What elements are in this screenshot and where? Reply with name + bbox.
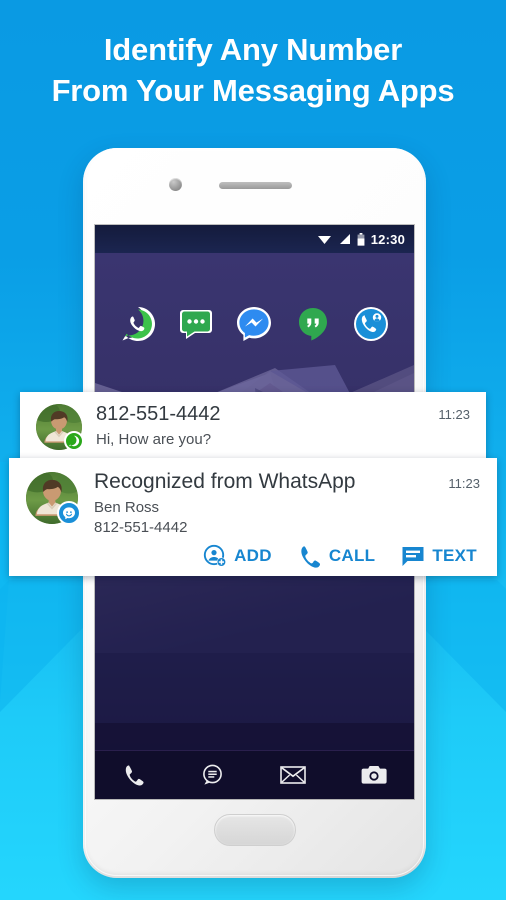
message-dock-icon[interactable] — [201, 763, 225, 787]
earpiece-speaker — [219, 182, 292, 189]
whatsapp-badge-icon — [64, 431, 84, 451]
call-label: CALL — [328, 546, 376, 565]
avatar — [26, 472, 81, 525]
callerid-app-icon[interactable] — [352, 305, 390, 343]
text-icon — [402, 547, 424, 566]
messenger-app-icon[interactable] — [235, 305, 273, 343]
dock-bar — [95, 750, 414, 799]
home-button[interactable] — [213, 814, 296, 846]
call-icon — [301, 546, 320, 568]
battery-icon — [357, 232, 365, 246]
callerid-badge-icon — [57, 501, 81, 525]
incoming-notification-card[interactable]: 812-551-4442 Hi, How are you? 11:23 — [20, 392, 486, 462]
wifi-icon — [317, 236, 331, 244]
status-bar: 12:30 — [95, 225, 414, 253]
sms-app-icon[interactable] — [177, 305, 215, 343]
avatar — [36, 404, 84, 451]
recognized-contact-name: Ben Ross — [94, 499, 160, 516]
incoming-title: 812-551-4442 — [96, 403, 221, 425]
add-contact-icon — [203, 544, 227, 567]
email-dock-icon[interactable] — [280, 764, 306, 786]
call-button[interactable]: CALL — [298, 544, 376, 568]
promo-screenshot: Identify Any Number From Your Messaging … — [0, 0, 506, 900]
whatsapp-app-icon[interactable] — [119, 305, 157, 343]
status-bar-clock: 12:30 — [370, 231, 405, 247]
text-button[interactable]: TEXT — [401, 545, 477, 567]
add-label: ADD — [234, 546, 272, 565]
signal-icon — [339, 234, 350, 244]
recognized-title: Recognized from WhatsApp — [94, 470, 356, 493]
notification-actions: ADD CALL TEXT — [9, 544, 497, 568]
recognized-phone-number: 812-551-4442 — [94, 519, 188, 536]
recognized-time: 11:23 — [448, 476, 480, 491]
incoming-message: Hi, How are you? — [96, 431, 212, 448]
page-title: Identify Any Number From Your Messaging … — [0, 30, 506, 112]
phone-dock-icon[interactable] — [122, 763, 146, 787]
headline-line-1: Identify Any Number — [103, 32, 403, 67]
text-label: TEXT — [432, 546, 477, 565]
add-button[interactable]: ADD — [203, 544, 272, 568]
recognized-notification-card[interactable]: Recognized from WhatsApp Ben Ross 812-55… — [9, 458, 497, 576]
headline-line-2: From Your Messaging Apps — [51, 72, 455, 108]
incoming-time: 11:23 — [438, 407, 470, 422]
front-camera-icon — [169, 178, 182, 191]
app-icon-row — [95, 305, 414, 343]
hangouts-app-icon[interactable] — [294, 305, 332, 343]
camera-dock-icon[interactable] — [361, 764, 387, 786]
